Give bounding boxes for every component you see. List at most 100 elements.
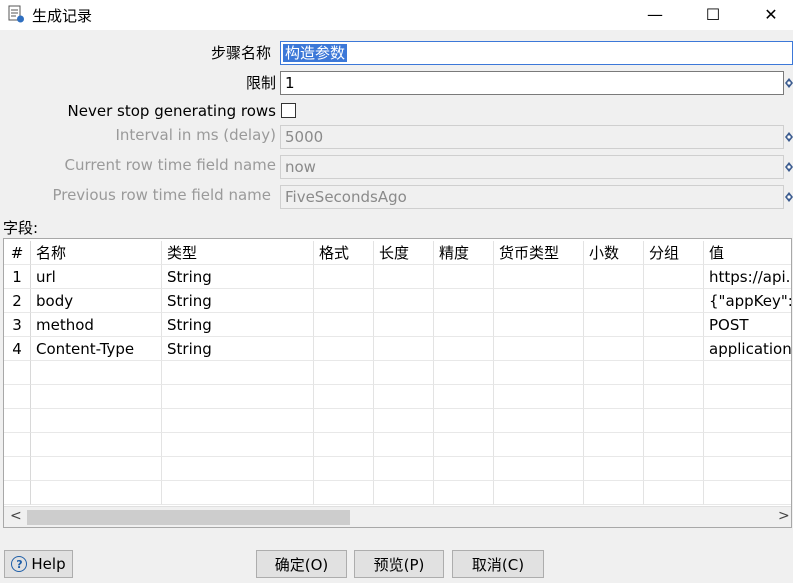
close-button[interactable]: ✕ bbox=[748, 0, 793, 28]
table-cell[interactable] bbox=[584, 289, 644, 313]
table-cell[interactable]: 3 bbox=[4, 313, 31, 337]
table-cell[interactable] bbox=[4, 385, 31, 409]
table-cell[interactable] bbox=[704, 481, 791, 505]
current-row-input[interactable]: now bbox=[280, 155, 784, 179]
table-cell[interactable] bbox=[374, 361, 434, 385]
table-cell[interactable] bbox=[4, 433, 31, 457]
table-cell[interactable] bbox=[584, 433, 644, 457]
table-cell[interactable]: String bbox=[162, 289, 314, 313]
table-cell[interactable] bbox=[374, 313, 434, 337]
table-cell[interactable] bbox=[644, 313, 704, 337]
table-cell[interactable] bbox=[494, 265, 584, 289]
never-stop-checkbox[interactable] bbox=[281, 103, 296, 118]
table-cell[interactable] bbox=[494, 409, 584, 433]
table-cell[interactable]: application/ bbox=[704, 337, 791, 361]
table-cell[interactable] bbox=[434, 385, 494, 409]
table-cell[interactable]: body bbox=[31, 289, 162, 313]
table-cell[interactable] bbox=[374, 457, 434, 481]
table-cell[interactable]: {"appKey":" bbox=[704, 289, 791, 313]
table-cell[interactable]: 1 bbox=[4, 265, 31, 289]
table-cell[interactable] bbox=[494, 313, 584, 337]
table-cell[interactable] bbox=[314, 433, 374, 457]
table-cell[interactable] bbox=[314, 361, 374, 385]
table-cell[interactable] bbox=[644, 481, 704, 505]
table-cell[interactable]: url bbox=[31, 265, 162, 289]
table-cell[interactable] bbox=[434, 433, 494, 457]
table-cell[interactable] bbox=[374, 481, 434, 505]
table-cell[interactable] bbox=[584, 313, 644, 337]
table-cell[interactable] bbox=[494, 433, 584, 457]
scroll-left-icon[interactable]: < bbox=[10, 508, 22, 524]
table-cell[interactable] bbox=[374, 409, 434, 433]
column-header[interactable]: 格式 bbox=[314, 241, 374, 265]
table-cell[interactable] bbox=[314, 313, 374, 337]
table-cell[interactable] bbox=[704, 457, 791, 481]
table-cell[interactable] bbox=[374, 433, 434, 457]
table-cell[interactable] bbox=[584, 481, 644, 505]
table-cell[interactable] bbox=[494, 457, 584, 481]
table-cell[interactable] bbox=[162, 385, 314, 409]
step-name-input[interactable]: 构造参数 bbox=[280, 41, 793, 65]
table-cell[interactable]: POST bbox=[704, 313, 791, 337]
scrollbar-thumb[interactable] bbox=[27, 510, 350, 525]
table-cell[interactable] bbox=[434, 289, 494, 313]
table-cell[interactable] bbox=[434, 457, 494, 481]
table-cell[interactable] bbox=[704, 409, 791, 433]
table-cell[interactable] bbox=[584, 409, 644, 433]
table-cell[interactable] bbox=[494, 337, 584, 361]
column-header[interactable]: 精度 bbox=[434, 241, 494, 265]
cancel-button[interactable]: 取消(C) bbox=[452, 550, 544, 578]
table-cell[interactable] bbox=[314, 289, 374, 313]
table-cell[interactable] bbox=[644, 289, 704, 313]
column-header[interactable]: 分组 bbox=[644, 241, 704, 265]
column-header[interactable]: # bbox=[4, 241, 31, 265]
table-cell[interactable] bbox=[374, 385, 434, 409]
table-cell[interactable] bbox=[162, 361, 314, 385]
table-cell[interactable] bbox=[704, 361, 791, 385]
table-cell[interactable] bbox=[31, 385, 162, 409]
table-cell[interactable] bbox=[704, 385, 791, 409]
table-cell[interactable] bbox=[644, 265, 704, 289]
table-cell[interactable] bbox=[434, 265, 494, 289]
table-cell[interactable] bbox=[704, 433, 791, 457]
table-cell[interactable] bbox=[31, 433, 162, 457]
column-header[interactable]: 小数 bbox=[584, 241, 644, 265]
previous-row-input[interactable]: FiveSecondsAgo bbox=[280, 185, 784, 209]
table-cell[interactable] bbox=[584, 337, 644, 361]
table-cell[interactable] bbox=[644, 409, 704, 433]
table-cell[interactable] bbox=[494, 385, 584, 409]
limit-input[interactable]: 1 bbox=[280, 71, 784, 95]
table-cell[interactable] bbox=[644, 433, 704, 457]
table-cell[interactable] bbox=[31, 409, 162, 433]
interval-input[interactable]: 5000 bbox=[280, 125, 784, 149]
table-cell[interactable]: Content-Type bbox=[31, 337, 162, 361]
table-cell[interactable] bbox=[374, 289, 434, 313]
table-cell[interactable] bbox=[314, 457, 374, 481]
table-cell[interactable]: https://api.c bbox=[704, 265, 791, 289]
horizontal-scrollbar[interactable]: < > bbox=[4, 506, 791, 527]
table-cell[interactable] bbox=[374, 265, 434, 289]
table-cell[interactable] bbox=[434, 313, 494, 337]
variable-icon[interactable] bbox=[784, 161, 793, 173]
table-cell[interactable] bbox=[314, 265, 374, 289]
table-cell[interactable] bbox=[434, 481, 494, 505]
table-cell[interactable] bbox=[162, 409, 314, 433]
table-cell[interactable]: method bbox=[31, 313, 162, 337]
table-cell[interactable] bbox=[644, 361, 704, 385]
variable-icon[interactable] bbox=[784, 191, 793, 203]
table-cell[interactable] bbox=[314, 385, 374, 409]
table-cell[interactable] bbox=[644, 457, 704, 481]
table-cell[interactable] bbox=[374, 337, 434, 361]
table-cell[interactable]: 2 bbox=[4, 289, 31, 313]
table-cell[interactable] bbox=[494, 289, 584, 313]
table-cell[interactable] bbox=[494, 481, 584, 505]
scroll-right-icon[interactable]: > bbox=[778, 508, 790, 524]
table-cell[interactable] bbox=[644, 385, 704, 409]
preview-button[interactable]: 预览(P) bbox=[354, 550, 444, 578]
table-cell[interactable] bbox=[494, 361, 584, 385]
variable-icon[interactable] bbox=[784, 131, 793, 143]
table-cell[interactable] bbox=[584, 385, 644, 409]
table-cell[interactable] bbox=[434, 361, 494, 385]
column-header[interactable]: 货币类型 bbox=[494, 241, 584, 265]
table-cell[interactable] bbox=[434, 409, 494, 433]
